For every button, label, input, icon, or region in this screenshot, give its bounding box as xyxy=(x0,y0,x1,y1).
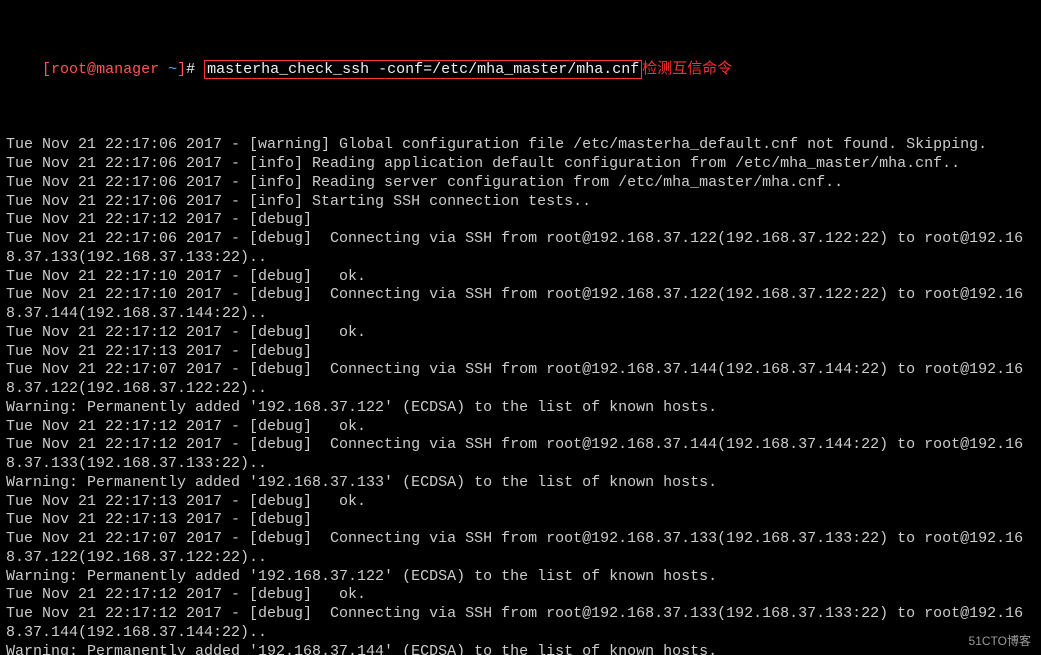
prompt-open-bracket: [ xyxy=(42,61,51,78)
log-line: Tue Nov 21 22:17:12 2017 - [debug] xyxy=(6,211,1035,230)
log-line: Warning: Permanently added '192.168.37.1… xyxy=(6,568,1035,587)
log-line: Warning: Permanently added '192.168.37.1… xyxy=(6,643,1035,655)
log-line: Tue Nov 21 22:17:12 2017 - [debug] ok. xyxy=(6,586,1035,605)
watermark-text: 51CTO博客 xyxy=(969,632,1031,649)
log-line: Tue Nov 21 22:17:12 2017 - [debug] Conne… xyxy=(6,436,1035,474)
command-annotation: 检测互信命令 xyxy=(642,61,732,77)
prompt-hash: # xyxy=(186,61,204,78)
log-line: Tue Nov 21 22:17:06 2017 - [warning] Glo… xyxy=(6,136,1035,155)
terminal-output: [root@manager ~]# masterha_check_ssh -co… xyxy=(0,0,1041,655)
log-line: Tue Nov 21 22:17:12 2017 - [debug] ok. xyxy=(6,324,1035,343)
log-line: Tue Nov 21 22:17:13 2017 - [debug] xyxy=(6,343,1035,362)
prompt-host: manager xyxy=(96,61,159,78)
log-line: Tue Nov 21 22:17:12 2017 - [debug] Conne… xyxy=(6,605,1035,643)
log-line: Tue Nov 21 22:17:13 2017 - [debug] xyxy=(6,511,1035,530)
log-line: Tue Nov 21 22:17:10 2017 - [debug] Conne… xyxy=(6,286,1035,324)
prompt-close-bracket: ] xyxy=(177,61,186,78)
prompt-line[interactable]: [root@manager ~]# masterha_check_ssh -co… xyxy=(6,42,1035,99)
prompt-space xyxy=(159,61,168,78)
prompt-path: ~ xyxy=(168,61,177,78)
log-line: Tue Nov 21 22:17:07 2017 - [debug] Conne… xyxy=(6,530,1035,568)
log-line: Tue Nov 21 22:17:06 2017 - [debug] Conne… xyxy=(6,230,1035,268)
log-line: Tue Nov 21 22:17:06 2017 - [info] Readin… xyxy=(6,155,1035,174)
log-lines: Tue Nov 21 22:17:06 2017 - [warning] Glo… xyxy=(6,136,1035,655)
prompt-user: root xyxy=(51,61,87,78)
log-line: Warning: Permanently added '192.168.37.1… xyxy=(6,474,1035,493)
log-line: Tue Nov 21 22:17:06 2017 - [info] Readin… xyxy=(6,174,1035,193)
log-line: Tue Nov 21 22:17:13 2017 - [debug] ok. xyxy=(6,493,1035,512)
log-line: Tue Nov 21 22:17:10 2017 - [debug] ok. xyxy=(6,268,1035,287)
log-line: Tue Nov 21 22:17:06 2017 - [info] Starti… xyxy=(6,193,1035,212)
log-line: Warning: Permanently added '192.168.37.1… xyxy=(6,399,1035,418)
prompt-at: @ xyxy=(87,61,96,78)
log-line: Tue Nov 21 22:17:07 2017 - [debug] Conne… xyxy=(6,361,1035,399)
command-text: masterha_check_ssh -conf=/etc/mha_master… xyxy=(204,60,642,79)
log-line: Tue Nov 21 22:17:12 2017 - [debug] ok. xyxy=(6,418,1035,437)
